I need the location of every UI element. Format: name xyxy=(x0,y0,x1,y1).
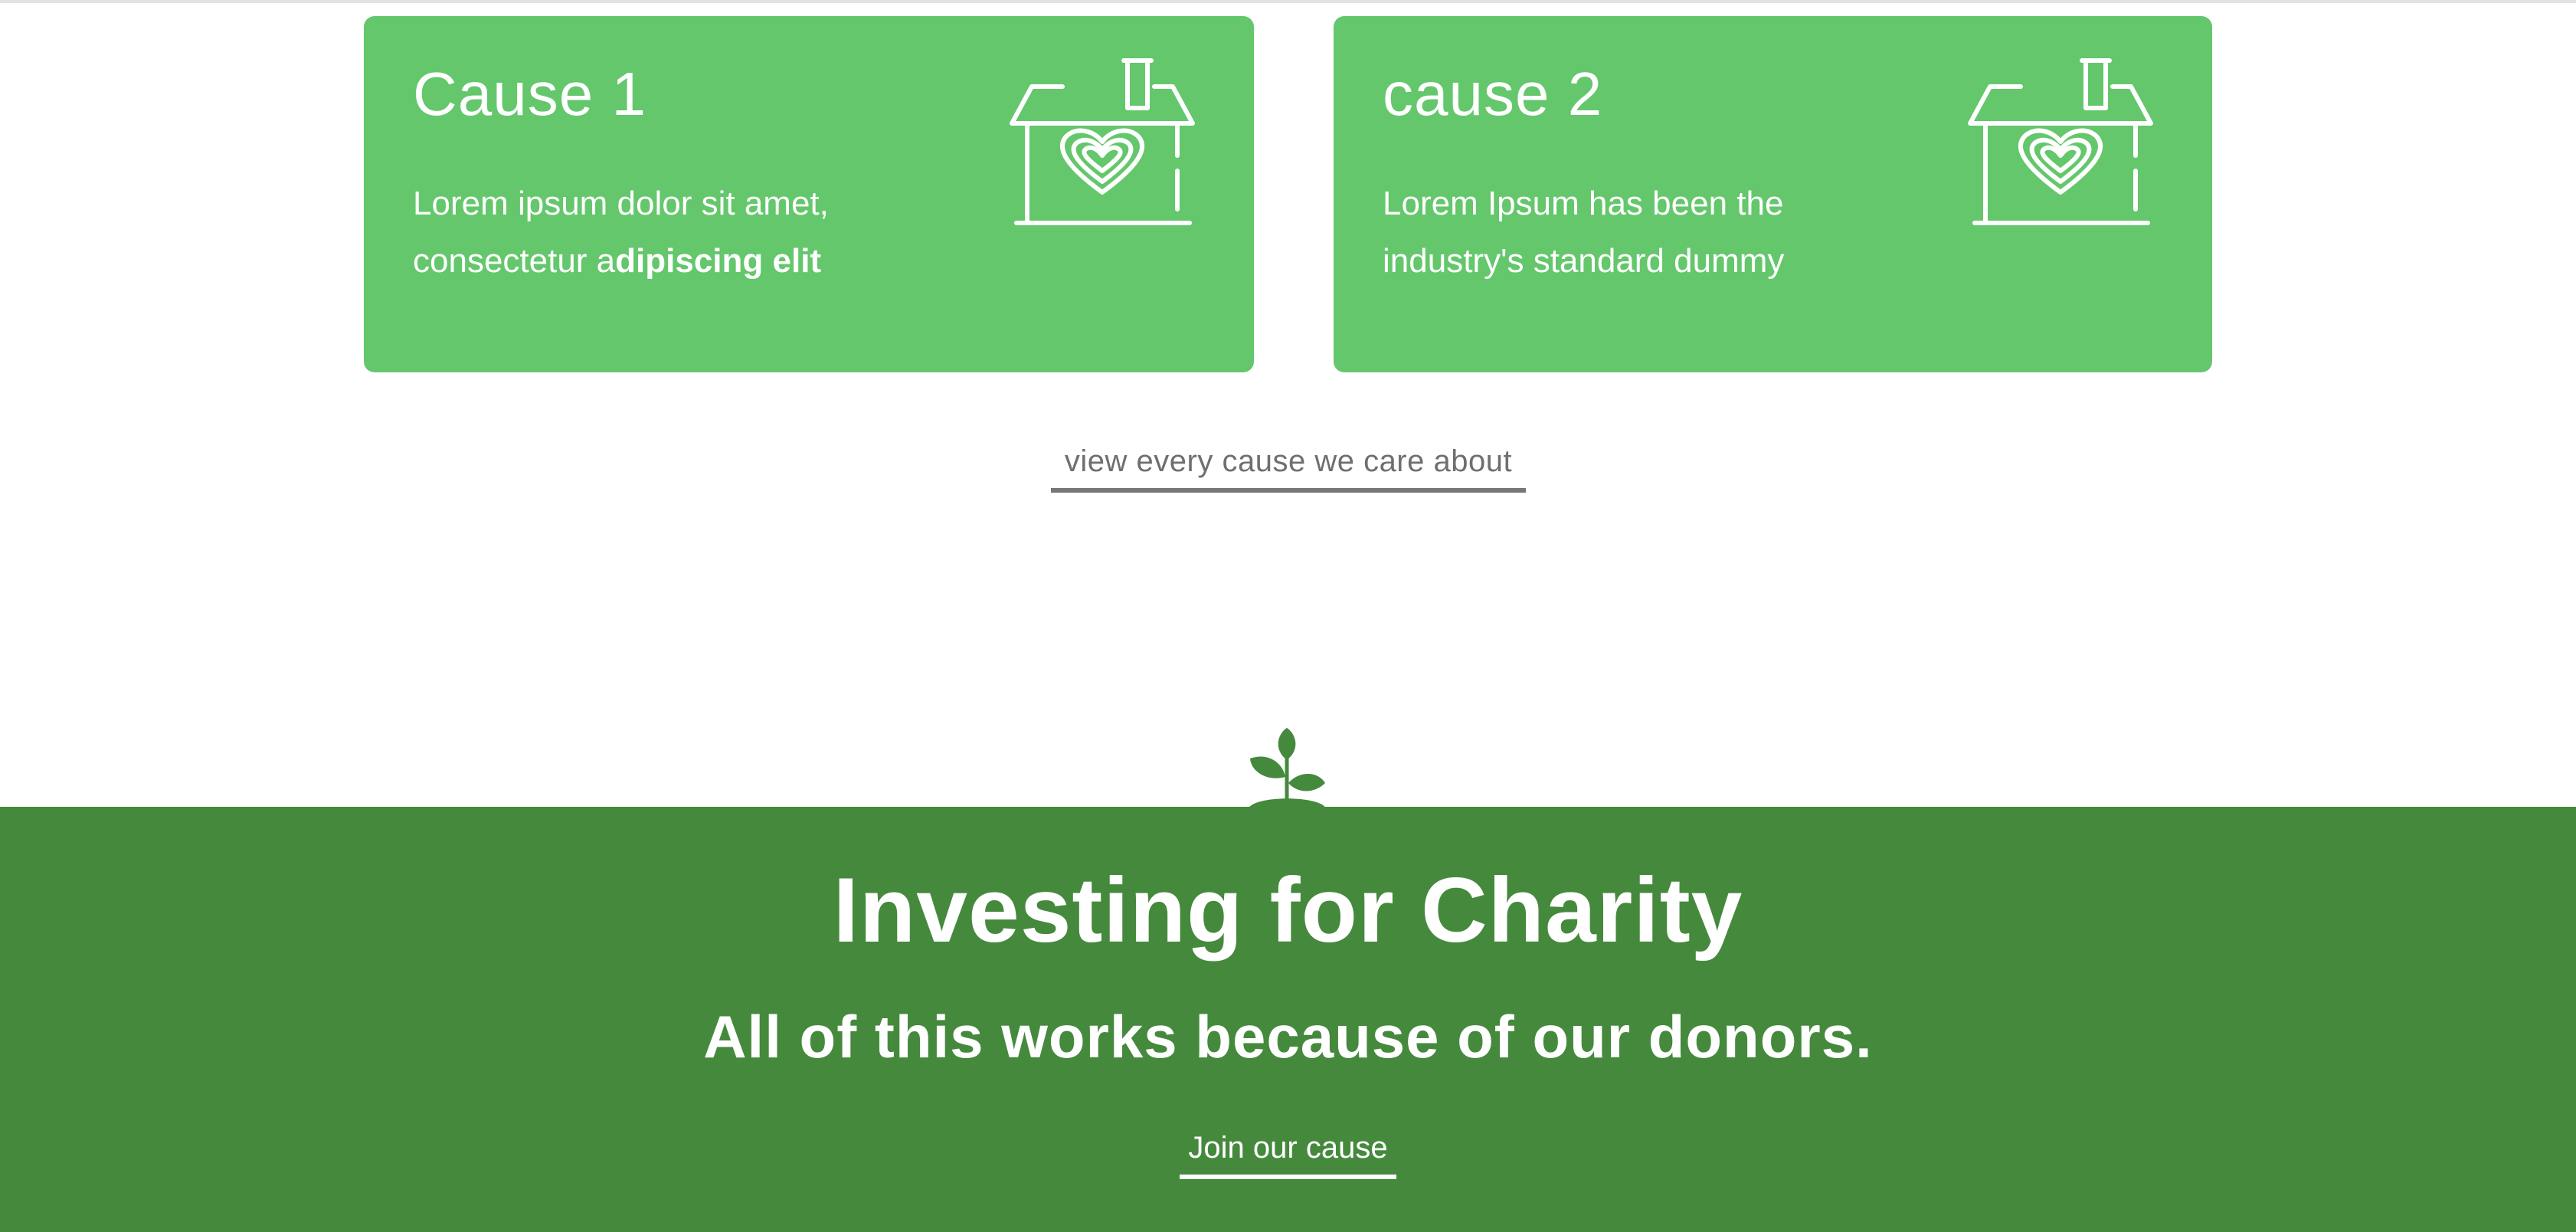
cause-card-text-bold: dipiscing elit xyxy=(615,242,822,280)
view-all-causes-link[interactable]: view every cause we care about xyxy=(1051,444,1526,493)
cause-card-description: Lorem ipsum dolor sit amet, consectetur … xyxy=(413,175,949,290)
sprout-icon xyxy=(1249,728,1326,808)
cause-card-2[interactable]: cause 2 Lorem Ipsum has been the industr… xyxy=(1334,16,2212,372)
cause-card-title: Cause 1 xyxy=(413,60,646,128)
page: Cause 1 Lorem ipsum dolor sit amet, cons… xyxy=(0,0,2576,1232)
cause-card-title: cause 2 xyxy=(1383,60,1603,128)
banner-title: Investing for Charity xyxy=(833,859,1743,962)
charity-banner: Investing for Charity All of this works … xyxy=(0,807,2576,1232)
cause-card-1[interactable]: Cause 1 Lorem ipsum dolor sit amet, cons… xyxy=(364,16,1254,372)
house-heart-icon xyxy=(1968,58,2153,225)
cause-card-text-regular: Lorem Ipsum has been the industry's stan… xyxy=(1383,185,1785,280)
top-divider xyxy=(0,0,2576,3)
banner-subtitle: All of this works because of our donors. xyxy=(703,1003,1873,1070)
house-heart-icon xyxy=(1010,58,1195,225)
cause-card-description: Lorem Ipsum has been the industry's stan… xyxy=(1383,175,1919,290)
join-cause-link[interactable]: Join our cause xyxy=(1180,1131,1396,1179)
